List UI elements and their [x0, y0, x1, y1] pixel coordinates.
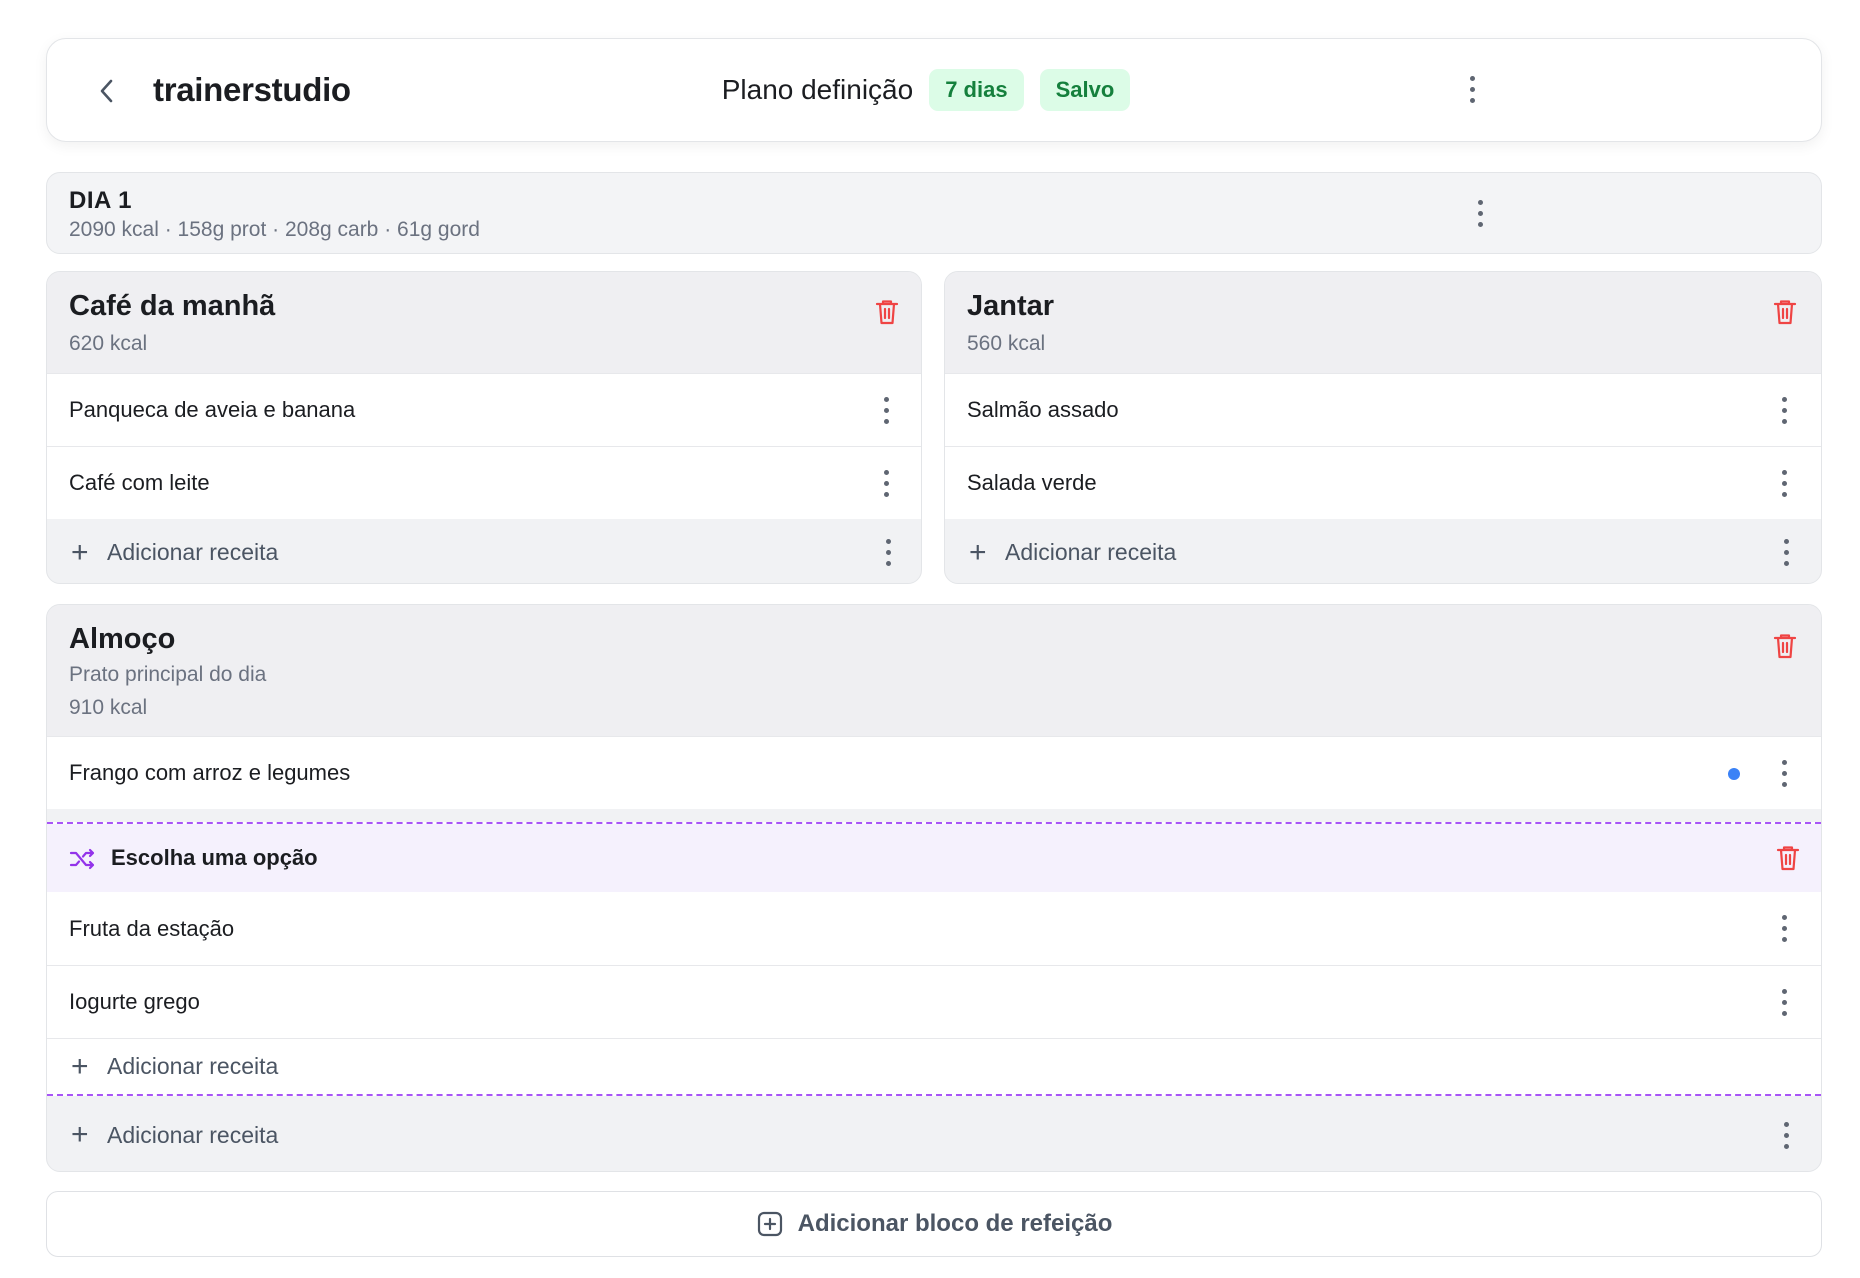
choice-group: Escolha uma opção Fruta da estação Iogur…: [47, 822, 1821, 1096]
plan-more-button[interactable]: [1457, 67, 1487, 111]
recipe-more-button[interactable]: [871, 388, 901, 432]
top-bar: trainerstudio Plano definição 7 dias Sal…: [46, 38, 1822, 142]
status-badge: Salvo: [1039, 69, 1131, 111]
plus-square-icon: [757, 1211, 782, 1237]
add-choice-recipe-button[interactable]: + Adicionar receita: [47, 1038, 1821, 1094]
recipe-name: Frango com arroz e legumes: [69, 760, 351, 785]
shuffle-icon: [69, 848, 95, 870]
meal-header: Jantar 560 kcal: [945, 272, 1821, 373]
add-meal-block-button[interactable]: Adicionar bloco de refeição: [46, 1191, 1822, 1257]
add-recipe-button[interactable]: + Adicionar receita: [945, 520, 1821, 583]
recipe-name: Panqueca de aveia e banana: [69, 397, 356, 422]
add-meal-block-label: Adicionar bloco de refeição: [797, 1210, 1113, 1237]
recipe-row[interactable]: Café com leite: [47, 446, 921, 519]
more-vertical-icon: [1781, 988, 1787, 994]
day-title: DIA 1: [69, 187, 132, 214]
recipe-name: Salada verde: [967, 470, 1097, 495]
meal-kcal: 560 kcal: [967, 332, 1046, 355]
more-vertical-icon: [1783, 1121, 1789, 1127]
meal-name: Café da manhã: [69, 290, 276, 322]
plus-icon: +: [71, 1118, 89, 1151]
add-recipe-label: Adicionar receita: [107, 539, 279, 565]
page: trainerstudio Plano definição 7 dias Sal…: [0, 0, 1860, 1278]
trash-icon: [1776, 846, 1800, 871]
meal-card-dinner: Jantar 560 kcal Salmão assado Salada ver…: [944, 271, 1822, 584]
recipe-row[interactable]: Salmão assado: [945, 373, 1821, 446]
plus-icon: +: [969, 535, 987, 569]
back-button[interactable]: [85, 69, 129, 113]
choice-title: Escolha uma opção: [111, 845, 318, 870]
recipe-name: Café com leite: [69, 470, 210, 495]
plan-title: Plano definição: [721, 74, 914, 105]
recipe-name: Fruta da estação: [69, 915, 235, 941]
delete-meal-button[interactable]: [1768, 629, 1802, 663]
brand-name: trainerstudio: [153, 71, 351, 108]
meal-name: Almoço: [69, 623, 176, 655]
recipe-name: Iogurte grego: [69, 989, 200, 1014]
add-recipe-button[interactable]: + Adicionar receita: [47, 520, 921, 583]
meal-name: Jantar: [967, 290, 1055, 322]
chevron-left-icon: [100, 79, 113, 103]
add-recipe-label: Adicionar receita: [107, 1053, 279, 1079]
more-vertical-icon: [1781, 396, 1787, 402]
add-recipe-button[interactable]: + Adicionar receita: [47, 1100, 1821, 1170]
meal-description: Prato principal do dia: [69, 663, 267, 686]
recipe-row[interactable]: Panqueca de aveia e banana: [47, 373, 921, 446]
status-dot: [1728, 768, 1740, 780]
recipe-more-button[interactable]: [1769, 388, 1799, 432]
choice-option-row[interactable]: Iogurte grego: [47, 965, 1821, 1038]
recipe-more-button[interactable]: [871, 461, 901, 505]
meal-header: Café da manhã 620 kcal: [47, 272, 921, 373]
duration-badge: 7 dias: [929, 69, 1024, 111]
recipe-row[interactable]: Salada verde: [945, 446, 1821, 519]
more-vertical-icon: [1781, 759, 1787, 765]
more-vertical-icon: [1781, 914, 1787, 920]
day-more-button[interactable]: [1465, 191, 1495, 235]
meal-kcal: 620 kcal: [69, 332, 148, 355]
more-vertical-icon: [1783, 538, 1789, 544]
more-vertical-icon: [1477, 199, 1483, 205]
recipe-more-button[interactable]: [1769, 751, 1799, 795]
trash-icon: [1773, 300, 1797, 325]
recipe-row[interactable]: Frango com arroz e legumes: [47, 736, 1821, 809]
day-header: DIA 1 2090 kcal · 158g prot · 208g carb …: [46, 172, 1822, 254]
trash-icon: [1773, 634, 1797, 659]
delete-meal-button[interactable]: [1768, 295, 1802, 329]
more-vertical-icon: [1781, 469, 1787, 475]
add-recipe-label: Adicionar receita: [1005, 539, 1177, 565]
meal-card-breakfast: Café da manhã 620 kcal Panqueca de aveia…: [46, 271, 922, 584]
day-macros: 2090 kcal · 158g prot · 208g carb · 61g …: [69, 218, 480, 241]
choice-option-row[interactable]: Fruta da estação: [47, 892, 1821, 965]
recipe-more-button[interactable]: [1769, 461, 1799, 505]
more-vertical-icon: [1469, 75, 1475, 81]
plus-icon: +: [71, 1049, 89, 1083]
recipe-more-button[interactable]: [1769, 906, 1799, 950]
add-recipe-label: Adicionar receita: [107, 1121, 279, 1148]
more-vertical-icon: [883, 469, 889, 475]
meal-card-lunch: Almoço Prato principal do dia 910 kcal F…: [46, 604, 1822, 1172]
add-more-button[interactable]: [1771, 1113, 1801, 1157]
add-more-button[interactable]: [1771, 530, 1801, 574]
more-vertical-icon: [883, 396, 889, 402]
plus-icon: +: [71, 535, 89, 569]
add-more-button[interactable]: [873, 530, 903, 574]
trash-icon: [875, 300, 899, 325]
recipe-more-button[interactable]: [1769, 980, 1799, 1024]
recipe-name: Salmão assado: [967, 397, 1119, 422]
meal-kcal: 910 kcal: [69, 696, 148, 719]
delete-meal-button[interactable]: [870, 295, 904, 329]
choice-header: Escolha uma opção: [47, 824, 1821, 892]
meal-header: Almoço Prato principal do dia 910 kcal: [47, 605, 1821, 736]
delete-choice-button[interactable]: [1771, 841, 1805, 875]
more-vertical-icon: [885, 538, 891, 544]
